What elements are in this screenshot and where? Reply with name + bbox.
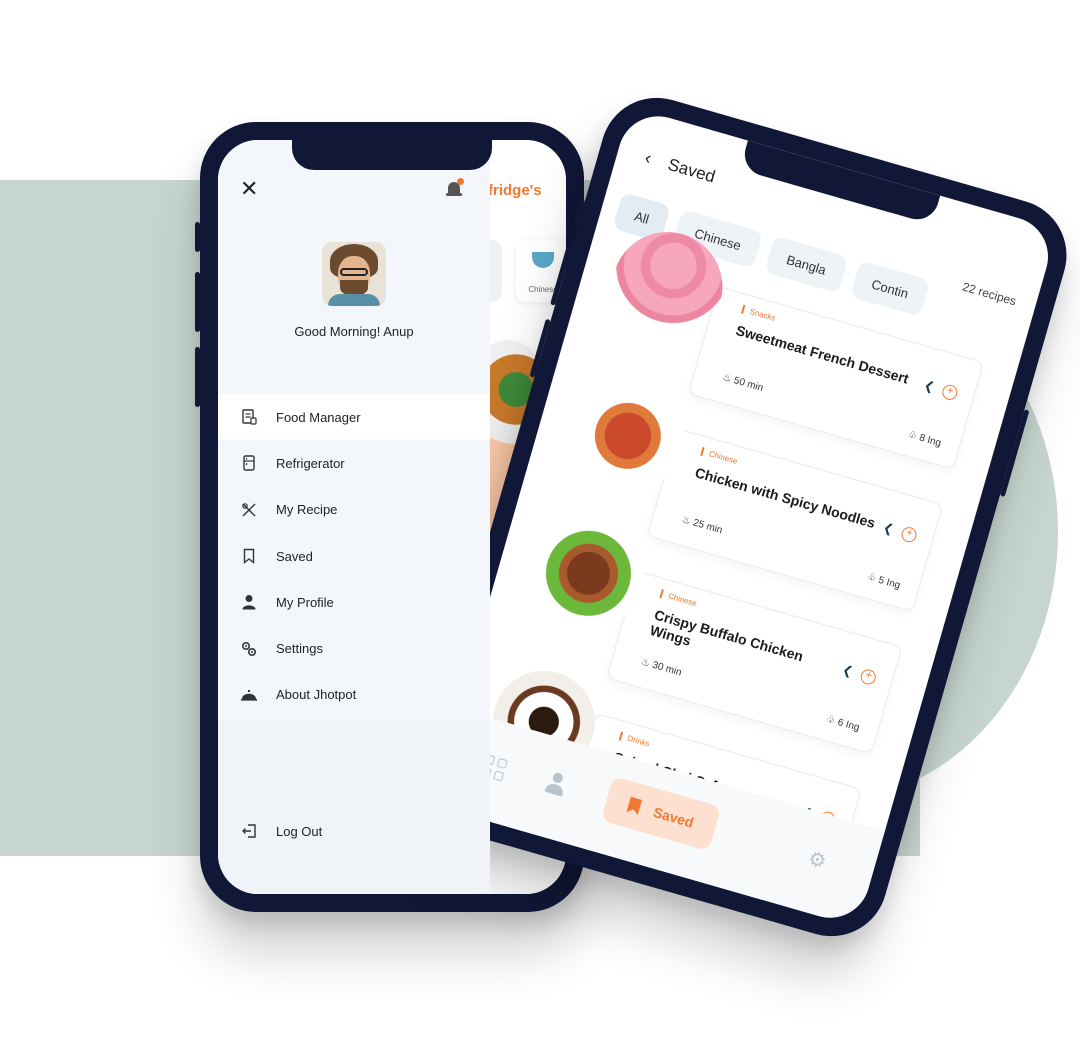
bowl-icon xyxy=(532,252,554,268)
recipe-title: Chicken with Spicy Noodles xyxy=(693,464,878,532)
cook-time-value: 25 min xyxy=(691,517,724,537)
recipe-category-tag: Drinks xyxy=(618,731,651,749)
screen-header: ‹ Saved xyxy=(642,147,718,187)
settings-tab-icon[interactable]: ⚙ xyxy=(805,846,829,875)
avatar[interactable] xyxy=(322,242,386,306)
add-icon[interactable]: + xyxy=(899,525,919,544)
bookmark-icon xyxy=(626,797,642,816)
logout-button[interactable]: Log Out xyxy=(240,822,322,840)
add-icon[interactable]: + xyxy=(858,667,878,687)
home-title-fragment: fridge's xyxy=(488,182,542,199)
volume-up-button xyxy=(195,272,200,332)
menu-item-label: Settings xyxy=(276,641,323,657)
recipe-category-tag: Snacks xyxy=(741,304,777,323)
drawer-footer xyxy=(218,720,490,894)
cook-time: ♨ 50 min xyxy=(721,372,764,394)
recipe-card[interactable]: Chinese Chicken with Spicy Noodles ❮ + ♨… xyxy=(647,428,944,613)
ingredient-count: ♧ 6 Ing xyxy=(825,714,861,734)
back-arrow-icon[interactable]: ‹ xyxy=(642,147,654,169)
share-icon[interactable]: ❮ xyxy=(841,662,855,678)
ingredient-count-value: 5 Ing xyxy=(877,574,902,592)
menu-item-label: Refrigerator xyxy=(276,455,345,471)
recipe-icon xyxy=(240,501,258,519)
menu-item-refrigerator[interactable]: Refrigerator xyxy=(218,440,490,486)
bell-icon[interactable] xyxy=(446,178,464,198)
profile-tab-icon[interactable] xyxy=(542,770,570,799)
menu-item-label: Food Manager xyxy=(276,409,361,425)
tab-saved-label: Saved xyxy=(651,803,696,831)
menu-item-about[interactable]: About Jhotpot xyxy=(218,672,490,718)
chip-bangla[interactable]: Bangla xyxy=(764,235,849,294)
chip-continental[interactable]: Contin xyxy=(849,260,931,317)
cook-time-value: 50 min xyxy=(732,375,765,395)
ingredient-count: ♧ 8 Ing xyxy=(907,429,943,449)
logout-label: Log Out xyxy=(276,823,323,839)
menu-item-label: Saved xyxy=(276,548,313,564)
menu-item-label: My Recipe xyxy=(276,502,338,518)
user-icon xyxy=(240,593,258,611)
cook-time: ♨ 30 min xyxy=(640,656,683,678)
drawer-menu: Food Manager Refrigerator My Recipe Save… xyxy=(218,394,490,718)
menu-item-label: My Profile xyxy=(276,594,334,610)
food-manager-icon xyxy=(240,408,258,426)
menu-item-label: About Jhotpot xyxy=(276,687,357,703)
share-icon[interactable]: ❮ xyxy=(922,378,936,394)
ingredient-count-value: 6 Ing xyxy=(836,717,861,734)
recipe-card[interactable]: Chinese Crispy Buffalo Chicken Wings ❮ +… xyxy=(606,570,903,755)
tab-saved[interactable]: Saved xyxy=(600,776,722,852)
recipe-category-tag: Chinese xyxy=(700,446,739,466)
menu-item-settings[interactable]: Settings xyxy=(218,625,490,671)
share-icon[interactable]: ❮ xyxy=(882,520,896,536)
logout-icon xyxy=(240,822,258,840)
volume-down-button xyxy=(195,347,200,407)
refrigerator-icon xyxy=(240,454,258,472)
mute-switch xyxy=(195,222,200,252)
cook-time: ♨ 25 min xyxy=(680,514,723,536)
menu-item-food-manager[interactable]: Food Manager xyxy=(218,394,490,441)
ingredient-count: ♧ 5 Ing xyxy=(866,572,902,592)
settings-icon xyxy=(240,640,258,658)
cook-time-value: 30 min xyxy=(650,659,683,679)
notch xyxy=(739,140,941,225)
recipe-count: 22 recipes xyxy=(960,279,1018,309)
add-icon[interactable]: + xyxy=(940,383,960,402)
recipe-title: Sweetmeat French Dessert xyxy=(734,321,911,387)
recipe-card[interactable]: Snacks Sweetmeat French Dessert ❮ + ♨ 50… xyxy=(687,286,984,470)
bookmark-icon xyxy=(240,547,258,565)
greeting-text: Good Morning! Anup xyxy=(294,324,414,339)
recipe-category-tag: Chinese xyxy=(659,589,698,609)
menu-item-my-recipe[interactable]: My Recipe xyxy=(218,487,490,533)
close-icon[interactable]: ✕ xyxy=(240,176,258,202)
menu-item-saved[interactable]: Saved xyxy=(218,533,490,579)
ingredient-count-value: 8 Ing xyxy=(917,432,943,450)
menu-item-my-profile[interactable]: My Profile xyxy=(218,579,490,625)
notification-dot xyxy=(457,178,464,185)
navigation-drawer: ✕ Good Morning! Anup Food Manager Refrig… xyxy=(218,140,490,894)
notch xyxy=(292,140,492,170)
cloche-icon xyxy=(240,686,258,704)
page-title: Saved xyxy=(665,154,718,186)
